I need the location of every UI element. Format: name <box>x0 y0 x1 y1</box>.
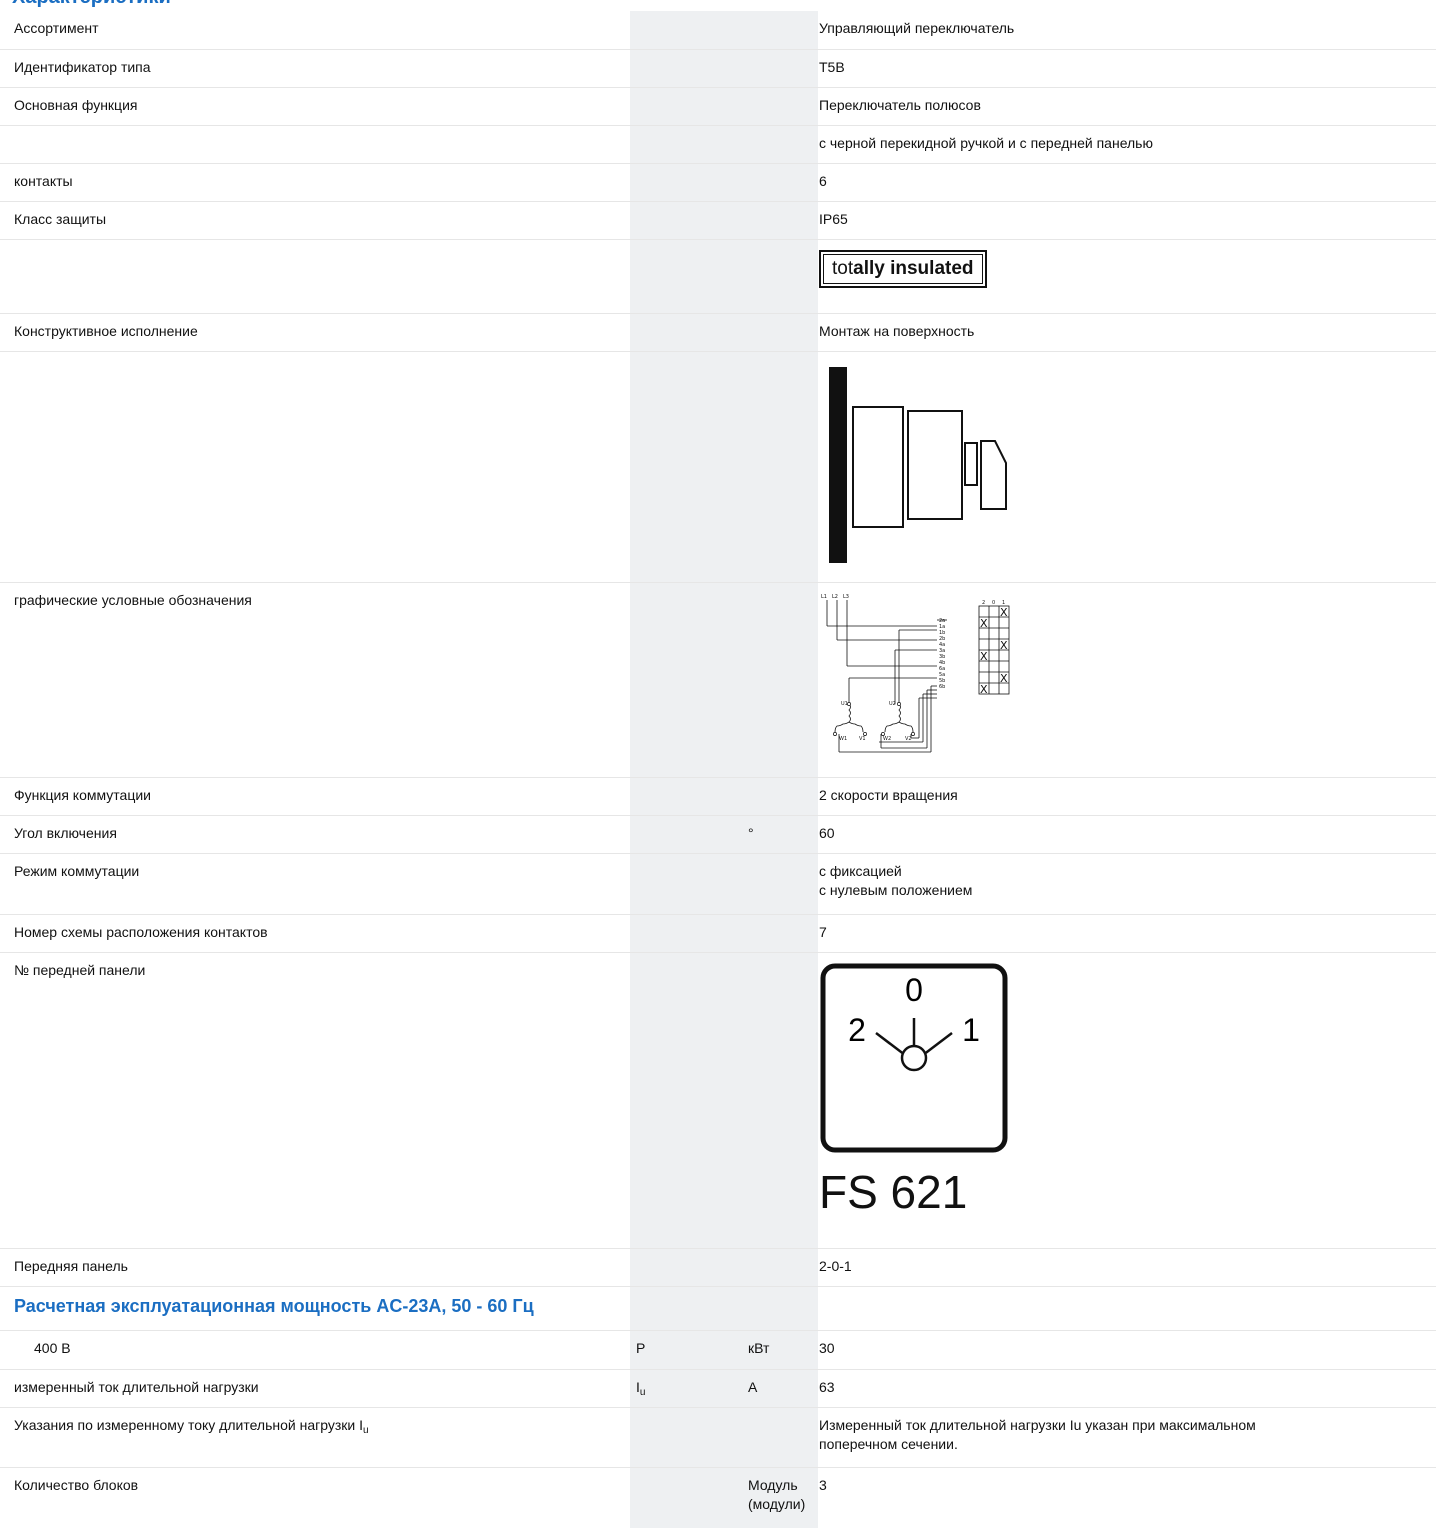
row-label: Класс защиты <box>0 200 630 239</box>
row-value: T5B <box>818 48 1436 87</box>
svg-text:V1: V1 <box>859 736 866 742</box>
front-plate-icon: 0 2 1 <box>820 963 1008 1152</box>
row-value: Управляющий переключатель <box>819 20 1015 36</box>
svg-text:L3: L3 <box>843 594 849 600</box>
svg-text:W2: W2 <box>883 736 891 742</box>
row-unit: ° <box>742 814 818 853</box>
svg-text:X: X <box>1000 606 1008 619</box>
row-value: поперечном сечении. <box>819 1435 958 1452</box>
svg-text:X: X <box>1000 639 1008 652</box>
row-label: графические условные обозначения <box>0 581 630 777</box>
svg-text:L2: L2 <box>832 594 838 600</box>
circuit-diagram: L1 L2 L3 2a 1a 1b 2b 4a 3a 3b 4b 6a 5a 5… <box>821 594 1010 752</box>
table-row: Основная функция Переключатель полюсов <box>0 86 1436 125</box>
table-row: Функция коммутации 2 скорости вращения <box>0 776 1436 815</box>
svg-text:2: 2 <box>848 1012 866 1048</box>
row-value: с фиксацией <box>819 862 902 879</box>
table-row: с черной перекидной ручкой и с передней … <box>0 124 1436 163</box>
table-row: Конструктивное исполнение Монтаж на пове… <box>0 312 1436 351</box>
row-label: Конструктивное исполнение <box>0 312 630 351</box>
table-row: Угол включения ° 60 <box>0 814 1436 853</box>
totally-insulated-badge: totally insulated <box>819 249 987 288</box>
table-row: Номер схемы расположения контактов 7 <box>0 913 1436 952</box>
row-value: 3 <box>818 1466 1436 1524</box>
row-unit: Модуль (модули) <box>742 1466 818 1524</box>
table-row: Режим коммутации с фиксацией с нулевым по… <box>0 852 1436 914</box>
row-label: Ассортимент <box>14 20 99 36</box>
table-row: Расчетная эксплуатационная мощность AC-2… <box>0 1285 1436 1330</box>
table-row: № передней панели 0 2 1 FS 621 <box>0 951 1436 1248</box>
row-value: 7 <box>818 913 1436 952</box>
row-value: 2 скорости вращения <box>818 776 1436 815</box>
row-value: Измеренный ток длительной нагрузки Iu ук… <box>819 1416 1256 1433</box>
page-title: Характеристики <box>12 0 171 10</box>
svg-text:X: X <box>980 683 988 696</box>
row-label: 400 В <box>0 1329 630 1369</box>
row-label <box>0 124 630 163</box>
row-label: № передней панели <box>0 951 630 1248</box>
row-symbol: P <box>630 1329 742 1369</box>
svg-text:U1: U1 <box>841 701 848 707</box>
svg-text:0: 0 <box>905 972 923 1008</box>
table-row: Ассортимент Управляющий переключатель <box>0 11 1436 49</box>
table-row: измеренный ток длительной нагрузки Iu A … <box>0 1368 1436 1407</box>
table-row <box>0 350 1436 582</box>
row-value: Монтаж на поверхность <box>818 312 1436 351</box>
svg-text:2: 2 <box>982 600 985 606</box>
row-label: Номер схемы расположения контактов <box>0 913 630 952</box>
svg-text:U2: U2 <box>889 701 896 707</box>
row-value: с нулевым положением <box>819 881 973 898</box>
row-value: с черной перекидной ручкой и с передней … <box>818 124 1436 163</box>
table-row: 400 В P кВт 30 <box>0 1329 1436 1369</box>
section-heading: Расчетная эксплуатационная мощность AC-2… <box>0 1285 630 1330</box>
surface-mount-drawing <box>829 366 1007 563</box>
row-label: Указания по измеренному току длительной … <box>0 1406 630 1467</box>
svg-text:V2: V2 <box>905 736 912 742</box>
svg-text:X: X <box>980 650 988 663</box>
row-label: измеренный ток длительной нагрузки <box>0 1368 630 1407</box>
row-symbol: Iu <box>630 1368 742 1407</box>
svg-text:X: X <box>1000 672 1008 685</box>
svg-text:1: 1 <box>962 1012 980 1048</box>
table-row: Передняя панель 2-0-1 <box>0 1247 1436 1286</box>
table-row: графические условные обозначения L1 L2 L… <box>0 581 1436 777</box>
table-row: Количество блоков Модуль (модули) 3 <box>0 1466 1436 1524</box>
row-value: 30 <box>818 1329 1436 1369</box>
row-unit: кВт <box>742 1329 818 1369</box>
svg-text:X: X <box>980 617 988 630</box>
front-plate-number: FS 621 <box>819 1165 968 1218</box>
row-value: 6 <box>818 162 1436 201</box>
table-row: Идентификатор типа T5B <box>0 48 1436 87</box>
svg-text:W1: W1 <box>839 736 847 742</box>
row-value: 60 <box>818 814 1436 853</box>
spec-table: Ассортимент Управляющий переключатель Ид… <box>0 11 1436 1524</box>
row-label: Режим коммутации <box>0 852 630 914</box>
row-label: Угол включения <box>0 814 630 853</box>
svg-text:L1: L1 <box>821 594 827 600</box>
row-value: IP65 <box>818 200 1436 239</box>
row-label: Количество блоков <box>0 1466 630 1524</box>
row-label: контакты <box>0 162 630 201</box>
row-label: Идентификатор типа <box>0 48 630 87</box>
table-row: Указания по измеренному току длительной … <box>0 1406 1436 1467</box>
table-row: Класс защиты IP65 <box>0 200 1436 239</box>
row-value: 63 <box>818 1368 1436 1407</box>
table-row: контакты 6 <box>0 162 1436 201</box>
table-row: totally insulated <box>0 238 1436 313</box>
row-label: Основная функция <box>0 86 630 125</box>
row-label: Передняя панель <box>0 1247 630 1286</box>
svg-text:0: 0 <box>992 600 995 606</box>
row-value: Переключатель полюсов <box>818 86 1436 125</box>
svg-text:6b: 6b <box>939 684 945 690</box>
row-unit: A <box>742 1368 818 1407</box>
row-value: 2-0-1 <box>818 1247 1436 1286</box>
row-label: Функция коммутации <box>0 776 630 815</box>
